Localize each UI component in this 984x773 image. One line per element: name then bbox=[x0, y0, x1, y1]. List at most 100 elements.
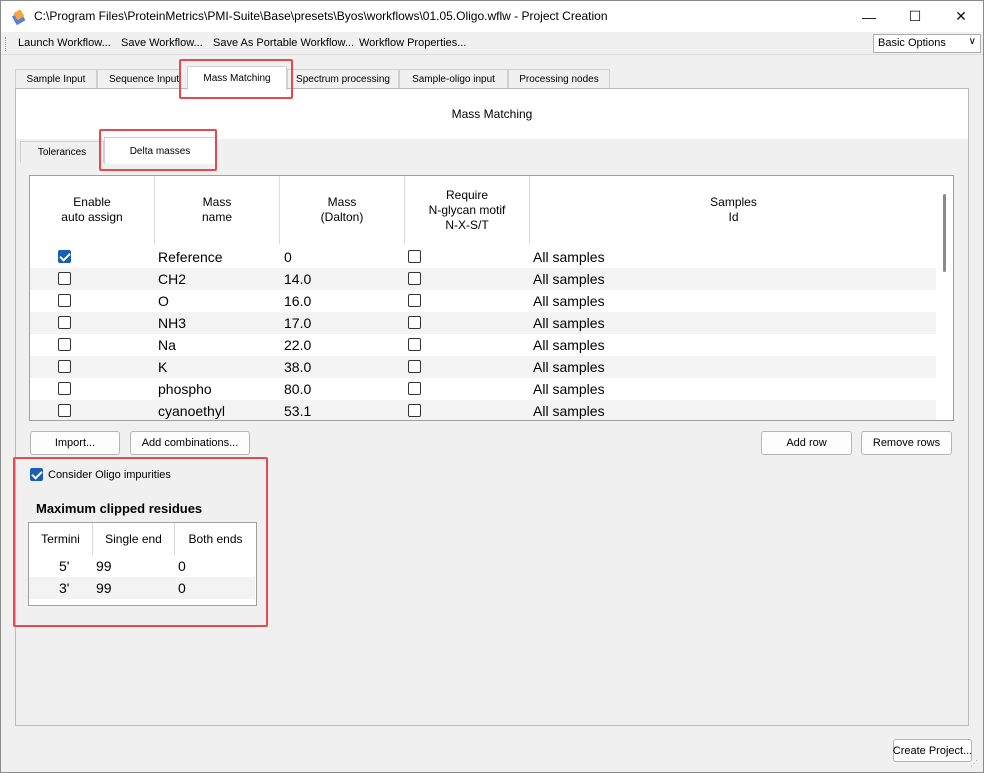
mass-name-cell[interactable]: cyanoethyl bbox=[158, 400, 225, 420]
table-header: Enable auto assign Mass name Mass (Dalto… bbox=[30, 176, 937, 244]
samples-cell[interactable]: All samples bbox=[533, 290, 605, 312]
table-row[interactable]: cyanoethyl 53.1 All samples bbox=[30, 400, 937, 420]
delta-masses-table: Enable auto assign Mass name Mass (Dalto… bbox=[29, 175, 954, 421]
tab-sequence-input[interactable]: Sequence Input bbox=[97, 69, 181, 89]
tab-sample-input[interactable]: Sample Input bbox=[15, 69, 97, 89]
enable-checkbox[interactable] bbox=[58, 360, 71, 373]
table-row[interactable]: NH3 17.0 All samples bbox=[30, 312, 937, 334]
add-combinations-button[interactable]: Add combinations... bbox=[130, 431, 250, 455]
workflow-tabs: Sample Input Sequence Input Mass Matchin… bbox=[1, 57, 983, 90]
enable-checkbox[interactable] bbox=[58, 382, 71, 395]
header-require-glycan: Require N-glycan motif N-X-S/T bbox=[405, 176, 530, 244]
options-level-value: Basic Options bbox=[878, 37, 946, 49]
consider-oligo-impurities-checkbox[interactable] bbox=[30, 468, 43, 481]
glycan-checkbox[interactable] bbox=[408, 360, 421, 373]
samples-cell[interactable]: All samples bbox=[533, 400, 605, 420]
termini-cell: 3' bbox=[59, 580, 70, 596]
samples-cell[interactable]: All samples bbox=[533, 268, 605, 290]
both-ends-cell[interactable]: 0 bbox=[178, 555, 186, 577]
table-row[interactable]: Reference 0 All samples bbox=[30, 246, 937, 268]
header-termini: Termini bbox=[29, 523, 93, 555]
close-button[interactable]: ✕ bbox=[938, 1, 984, 32]
glycan-checkbox[interactable] bbox=[408, 316, 421, 329]
save-workflow-button[interactable]: Save Workflow... bbox=[121, 37, 203, 49]
workflow-properties-button[interactable]: Workflow Properties... bbox=[359, 37, 466, 49]
mass-value-cell[interactable]: 17.0 bbox=[284, 312, 311, 334]
mass-name-cell[interactable]: NH3 bbox=[158, 312, 186, 334]
import-button[interactable]: Import... bbox=[30, 431, 120, 455]
scrollbar-thumb[interactable] bbox=[943, 194, 946, 272]
table-row[interactable]: K 38.0 All samples bbox=[30, 356, 937, 378]
glycan-checkbox[interactable] bbox=[408, 338, 421, 351]
samples-cell[interactable]: All samples bbox=[533, 334, 605, 356]
mass-value-cell[interactable]: 14.0 bbox=[284, 268, 311, 290]
remove-rows-button[interactable]: Remove rows bbox=[861, 431, 952, 455]
subtab-delta-masses[interactable]: Delta masses bbox=[104, 137, 216, 164]
table-row[interactable]: phospho 80.0 All samples bbox=[30, 378, 937, 400]
mass-value-cell[interactable]: 80.0 bbox=[284, 378, 311, 400]
mass-value-cell[interactable]: 22.0 bbox=[284, 334, 311, 356]
mass-name-cell[interactable]: K bbox=[158, 356, 167, 378]
options-level-select[interactable]: Basic Options ∨ bbox=[873, 34, 981, 53]
tab-processing-nodes[interactable]: Processing nodes bbox=[508, 69, 610, 89]
tab-mass-matching[interactable]: Mass Matching bbox=[187, 66, 287, 90]
header-both-ends: Both ends bbox=[188, 532, 243, 546]
mass-name-cell[interactable]: Na bbox=[158, 334, 176, 356]
header-enable-auto-assign: Enable auto assign bbox=[30, 176, 155, 244]
clipped-residues-table: Termini Single end Both ends 5' 99 0 3' … bbox=[28, 522, 257, 606]
both-ends-cell[interactable]: 0 bbox=[178, 577, 186, 599]
header-mass-name: Mass name bbox=[155, 176, 280, 244]
create-project-button[interactable]: Create Project... bbox=[893, 739, 972, 762]
tab-spectrum-processing[interactable]: Spectrum processing bbox=[287, 69, 399, 89]
app-icon bbox=[12, 9, 26, 25]
samples-cell[interactable]: All samples bbox=[533, 312, 605, 334]
mass-name-cell[interactable]: phospho bbox=[158, 378, 212, 400]
toolbar-grip bbox=[5, 37, 8, 51]
mass-matching-panel: Mass Matching Tolerances Delta masses En… bbox=[15, 88, 969, 726]
glycan-checkbox[interactable] bbox=[408, 382, 421, 395]
enable-checkbox[interactable] bbox=[58, 294, 71, 307]
resize-grip-icon[interactable]: ⋰ bbox=[970, 759, 980, 769]
enable-checkbox[interactable] bbox=[58, 316, 71, 329]
enable-checkbox[interactable] bbox=[58, 250, 71, 263]
mass-value-cell[interactable]: 38.0 bbox=[284, 356, 311, 378]
samples-cell[interactable]: All samples bbox=[533, 356, 605, 378]
table-row[interactable]: Na 22.0 All samples bbox=[30, 334, 937, 356]
chevron-down-icon: ∨ bbox=[968, 36, 976, 47]
maximize-button[interactable]: ☐ bbox=[892, 1, 938, 32]
table-scrollbar[interactable] bbox=[936, 176, 953, 420]
single-end-cell[interactable]: 99 bbox=[96, 555, 112, 577]
header-samples-id: Samples Id bbox=[710, 195, 757, 224]
add-row-button[interactable]: Add row bbox=[761, 431, 852, 455]
mass-value-cell[interactable]: 53.1 bbox=[284, 400, 311, 420]
project-creation-window: C:\Program Files\ProteinMetrics\PMI-Suit… bbox=[0, 0, 984, 773]
table-row[interactable]: CH2 14.0 All samples bbox=[30, 268, 937, 290]
glycan-checkbox[interactable] bbox=[408, 404, 421, 417]
mass-name-cell[interactable]: CH2 bbox=[158, 268, 186, 290]
mass-value-cell[interactable]: 16.0 bbox=[284, 290, 311, 312]
single-end-cell[interactable]: 99 bbox=[96, 577, 112, 599]
enable-checkbox[interactable] bbox=[58, 338, 71, 351]
glycan-checkbox[interactable] bbox=[408, 250, 421, 263]
max-clipped-residues-title: Maximum clipped residues bbox=[36, 501, 203, 516]
consider-oligo-impurities-label: Consider Oligo impurities bbox=[48, 469, 171, 481]
mass-name-cell[interactable]: O bbox=[158, 290, 169, 312]
samples-cell[interactable]: All samples bbox=[533, 246, 605, 268]
glycan-checkbox[interactable] bbox=[408, 272, 421, 285]
table-row[interactable]: O 16.0 All samples bbox=[30, 290, 937, 312]
save-portable-workflow-button[interactable]: Save As Portable Workflow... bbox=[213, 37, 354, 49]
clipped-row[interactable]: 5' 99 0 bbox=[29, 555, 255, 577]
header-single-end: Single end bbox=[93, 523, 175, 555]
title-bar: C:\Program Files\ProteinMetrics\PMI-Suit… bbox=[1, 1, 983, 32]
enable-checkbox[interactable] bbox=[58, 272, 71, 285]
subtab-tolerances[interactable]: Tolerances bbox=[20, 141, 104, 163]
mass-name-cell[interactable]: Reference bbox=[158, 246, 223, 268]
minimize-button[interactable]: — bbox=[846, 1, 892, 32]
glycan-checkbox[interactable] bbox=[408, 294, 421, 307]
enable-checkbox[interactable] bbox=[58, 404, 71, 417]
clipped-row[interactable]: 3' 99 0 bbox=[29, 577, 255, 599]
tab-sample-oligo-input[interactable]: Sample-oligo input bbox=[399, 69, 508, 89]
mass-value-cell[interactable]: 0 bbox=[284, 246, 292, 268]
launch-workflow-button[interactable]: Launch Workflow... bbox=[18, 37, 111, 49]
samples-cell[interactable]: All samples bbox=[533, 378, 605, 400]
